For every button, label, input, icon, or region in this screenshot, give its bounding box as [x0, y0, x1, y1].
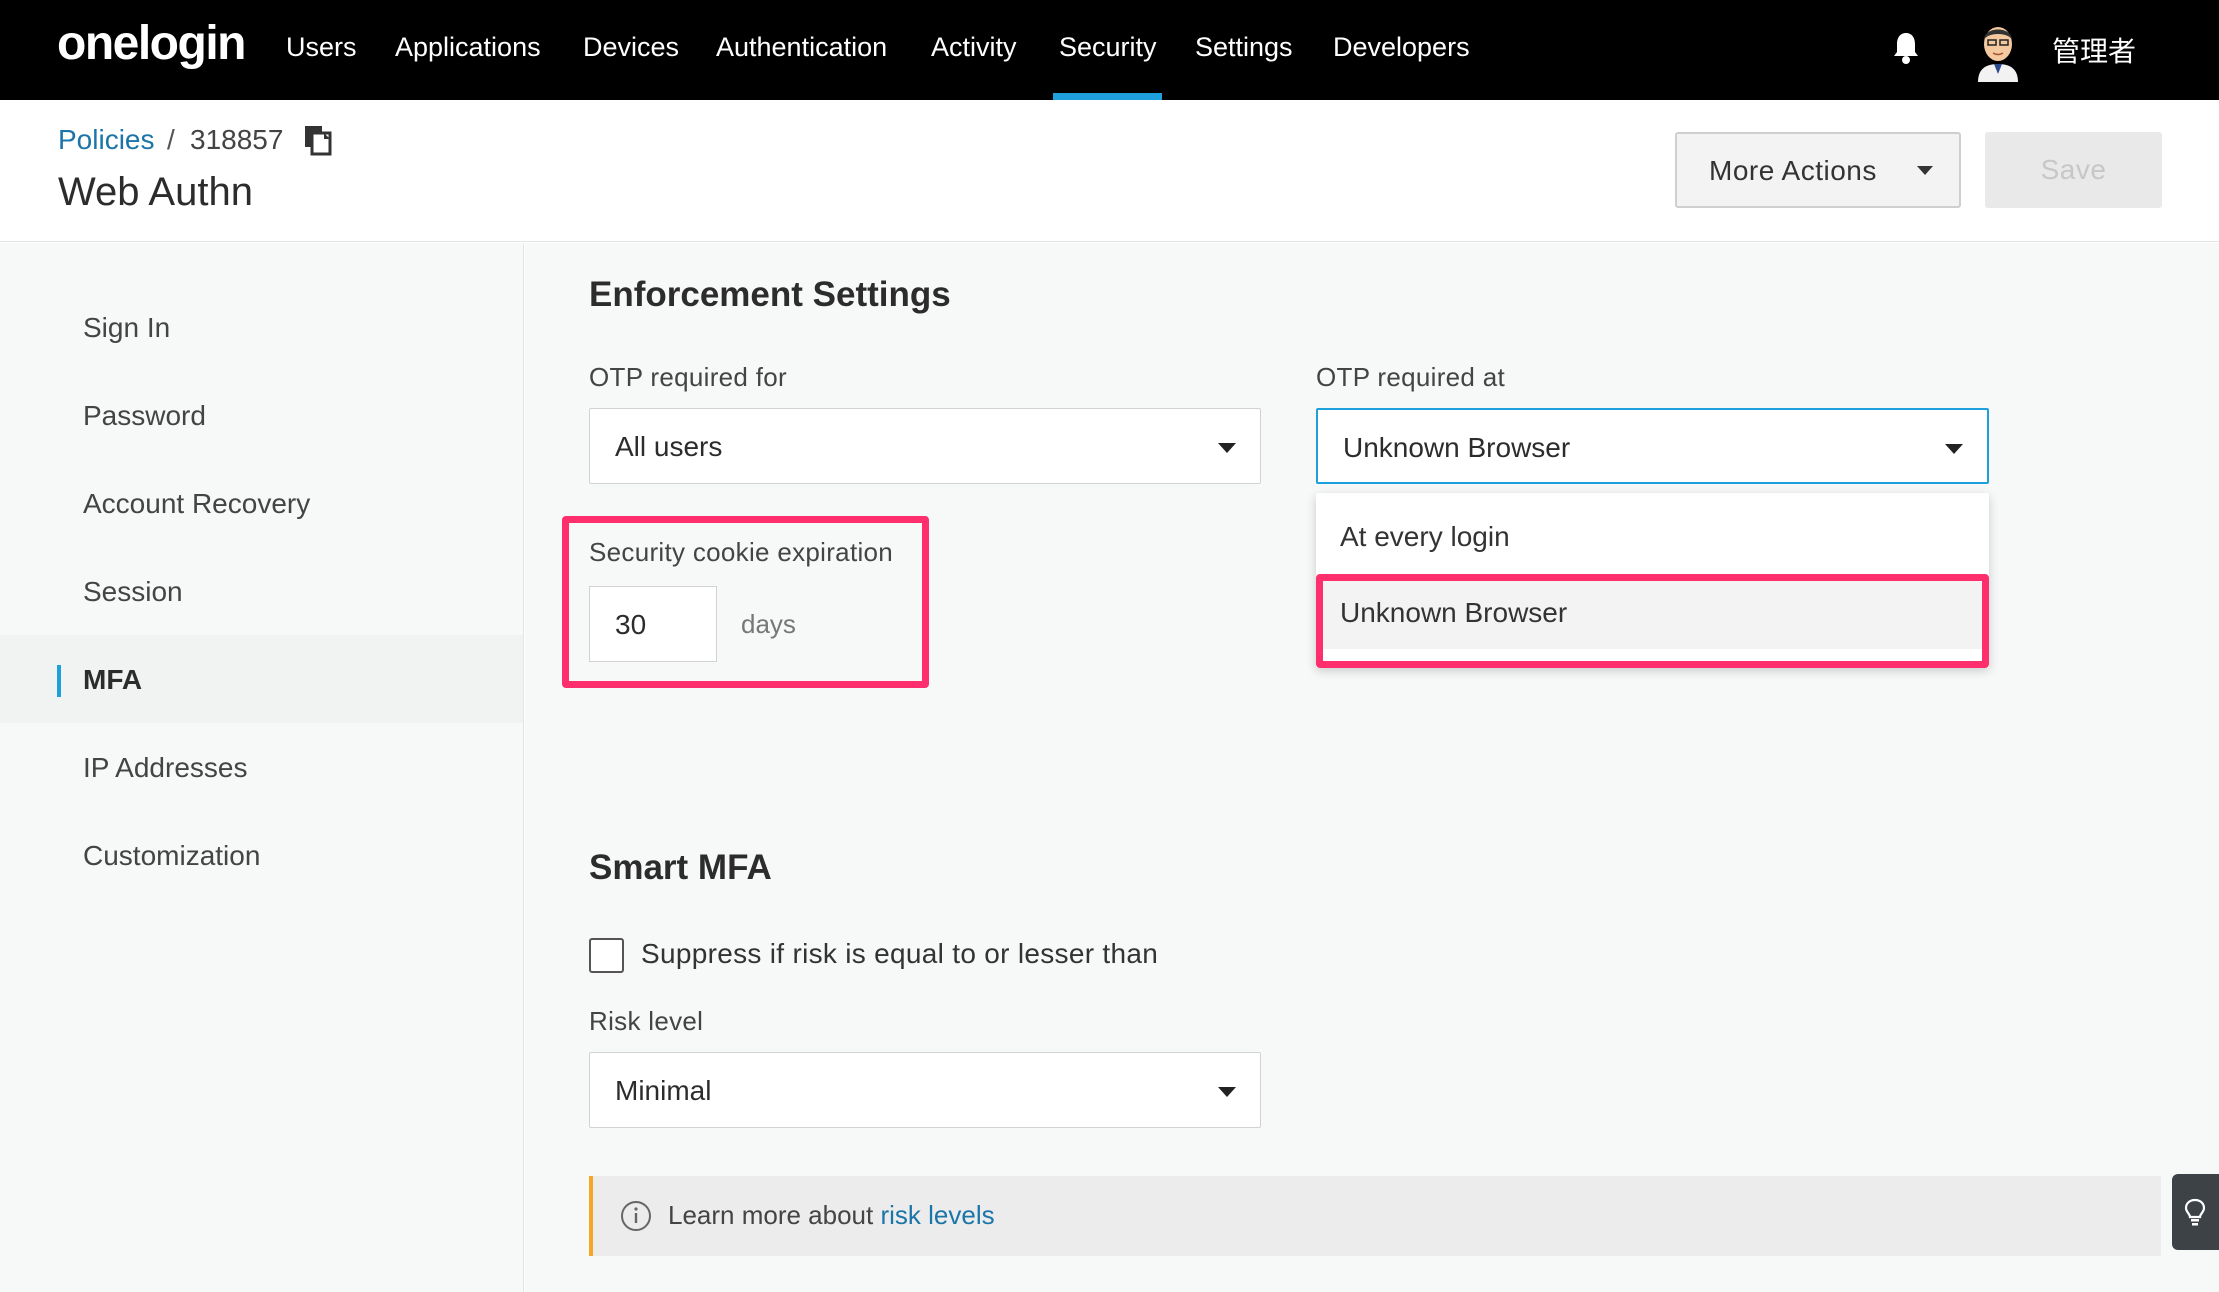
info-message: Learn more about — [668, 1200, 874, 1230]
sidebar-item-label: Customization — [83, 840, 261, 871]
nav-devices[interactable]: Devices — [583, 32, 679, 63]
caret-down-icon — [1917, 166, 1933, 175]
sidebar-item-mfa[interactable]: MFA — [0, 635, 523, 723]
option-label: At every login — [1340, 521, 1510, 552]
caret-down-icon — [1218, 1087, 1236, 1097]
sidebar-item-label: Account Recovery — [83, 488, 311, 519]
sidebar-item-ip-addresses[interactable]: IP Addresses — [0, 723, 523, 811]
nav-applications[interactable]: Applications — [395, 32, 541, 63]
otp-required-at-select[interactable]: Unknown Browser — [1316, 408, 1989, 484]
sidebar-item-session[interactable]: Session — [0, 547, 523, 635]
breadcrumb-policy-id: 318857 — [190, 124, 284, 155]
nav-activity[interactable]: Activity — [931, 32, 1017, 63]
page-title: Web Authn — [58, 170, 253, 214]
otp-required-at-label: OTP required at — [1316, 362, 1506, 392]
top-navigation-bar: onelogin Users Applications Devices Auth… — [0, 0, 2219, 100]
enforcement-settings-heading: Enforcement Settings — [589, 275, 951, 314]
bell-icon[interactable] — [1891, 30, 1921, 66]
highlight-cookie-expiration — [562, 516, 929, 688]
copy-icon[interactable] — [303, 124, 333, 156]
risk-levels-link[interactable]: risk levels — [880, 1200, 994, 1230]
lightbulb-icon — [2184, 1198, 2206, 1226]
highlight-unknown-browser-option — [1316, 574, 1989, 668]
save-button[interactable]: Save — [1985, 132, 2162, 208]
risk-level-label: Risk level — [589, 1006, 704, 1036]
sidebar-item-password[interactable]: Password — [0, 371, 523, 459]
caret-down-icon — [1945, 444, 1963, 454]
otp-required-for-select[interactable]: All users — [589, 408, 1261, 484]
sidebar-item-label: Session — [83, 576, 183, 607]
sidebar-item-account-recovery[interactable]: Account Recovery — [0, 459, 523, 547]
main-content — [525, 243, 2219, 1292]
avatar[interactable] — [1973, 18, 2023, 82]
nav-developers[interactable]: Developers — [1333, 32, 1470, 63]
smart-mfa-heading: Smart MFA — [589, 848, 772, 887]
caret-down-icon — [1218, 443, 1236, 453]
otp-required-at-value: Unknown Browser — [1343, 432, 1571, 463]
risk-level-select[interactable]: Minimal — [589, 1052, 1261, 1128]
onelogin-logo[interactable]: onelogin — [57, 16, 246, 71]
more-actions-label: More Actions — [1709, 155, 1877, 186]
policy-sidebar: Sign In Password Account Recovery Sessio… — [0, 243, 524, 1292]
help-tip-button[interactable] — [2172, 1174, 2219, 1250]
sidebar-item-label: Sign In — [83, 312, 171, 343]
suppress-risk-checkbox[interactable] — [589, 938, 624, 973]
nav-security[interactable]: Security — [1059, 32, 1157, 63]
breadcrumb-separator: / — [167, 124, 175, 155]
otp-required-for-label: OTP required for — [589, 362, 787, 392]
sidebar-item-label: Password — [83, 400, 206, 431]
sidebar-item-customization[interactable]: Customization — [0, 811, 523, 899]
more-actions-button[interactable]: More Actions — [1675, 132, 1961, 208]
sidebar-item-label: MFA — [83, 664, 143, 695]
breadcrumb-policies-link[interactable]: Policies — [58, 124, 154, 156]
nav-settings[interactable]: Settings — [1195, 32, 1293, 63]
nav-active-underline — [1053, 93, 1162, 100]
risk-level-value: Minimal — [615, 1075, 712, 1106]
sidebar-item-sign-in[interactable]: Sign In — [0, 283, 523, 371]
info-icon — [621, 1201, 651, 1231]
nav-users[interactable]: Users — [286, 32, 357, 63]
user-name[interactable]: 管理者 — [2052, 30, 2136, 70]
info-text: Learn more about risk levels — [668, 1200, 995, 1231]
otp-required-for-value: All users — [615, 431, 723, 462]
sidebar-item-label: IP Addresses — [83, 752, 248, 783]
suppress-risk-label[interactable]: Suppress if risk is equal to or lesser t… — [641, 938, 1158, 970]
info-banner: Learn more about risk levels — [589, 1176, 2161, 1256]
option-at-every-login[interactable]: At every login — [1316, 501, 1989, 573]
nav-authentication[interactable]: Authentication — [716, 32, 887, 63]
